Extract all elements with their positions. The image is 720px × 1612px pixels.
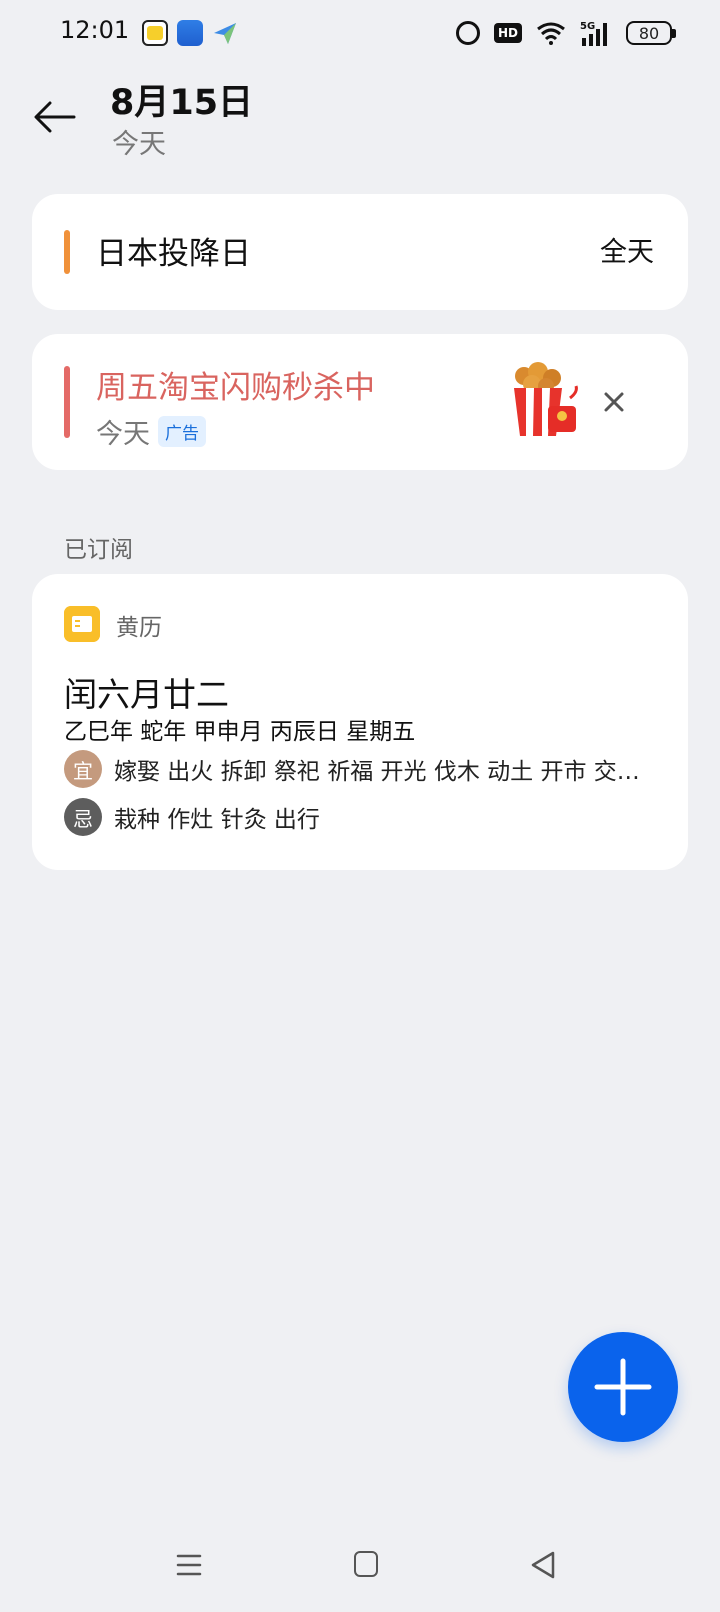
- back-arrow-icon[interactable]: [30, 92, 80, 142]
- ad-color-bar: [64, 366, 70, 438]
- event-card[interactable]: 日本投降日 全天: [32, 194, 688, 310]
- ji-badge: 忌: [64, 798, 102, 836]
- event-title: 日本投降日: [96, 236, 251, 272]
- wifi-icon: [537, 22, 565, 45]
- yi-row: 宜 嫁娶 出火 拆卸 祭祀 祈福 开光 伐木 动土 开市 交…: [64, 750, 640, 788]
- status-bar: 12:01 HD 5G 80: [0, 0, 720, 64]
- nav-back-icon[interactable]: [529, 1550, 557, 1580]
- ganzhi-date: 乙巳年 蛇年 甲申月 丙辰日 星期五: [64, 719, 416, 745]
- ad-card[interactable]: 周五淘宝闪购秒杀中 今天 广告: [32, 334, 688, 470]
- calendar-name: 黄历: [116, 615, 162, 641]
- yi-items: 嫁娶 出火 拆卸 祭祀 祈福 开光 伐木 动土 开市 交…: [114, 759, 640, 785]
- close-icon[interactable]: [598, 386, 630, 418]
- event-color-bar: [64, 230, 70, 274]
- ad-subtitle: 今天: [96, 419, 150, 450]
- add-event-button[interactable]: [568, 1332, 678, 1442]
- section-label-subscribed: 已订阅: [64, 537, 133, 563]
- book-icon: [64, 606, 100, 642]
- alarm-icon: [455, 21, 480, 45]
- notification-app-icon: [142, 20, 168, 46]
- ad-subtitle-row: 今天 广告: [96, 412, 206, 451]
- status-time: 12:01: [60, 16, 130, 44]
- plus-icon: [594, 1358, 652, 1416]
- yi-badge: 宜: [64, 750, 102, 788]
- page-title: 8月15日: [110, 83, 254, 123]
- fried-chicken-bucket-image: [514, 362, 578, 436]
- battery-icon: 80: [626, 21, 676, 45]
- notification-app-icon: [214, 23, 236, 44]
- lunar-date: 闰六月廿二: [64, 675, 229, 714]
- ji-row: 忌 栽种 作灶 针灸 出行: [64, 798, 320, 836]
- 5g-signal-icon: 5G: [580, 21, 607, 46]
- almanac-card[interactable]: 黄历 闰六月廿二 乙巳年 蛇年 甲申月 丙辰日 星期五 宜 嫁娶 出火 拆卸 祭…: [32, 574, 688, 870]
- ji-items: 栽种 作灶 针灸 出行: [114, 807, 320, 833]
- hd-icon: HD: [493, 23, 522, 43]
- notification-app-icon: [177, 20, 203, 46]
- ad-title: 周五淘宝闪购秒杀中: [96, 370, 375, 406]
- recent-apps-icon[interactable]: [176, 1552, 202, 1578]
- system-nav-bar: [0, 1532, 720, 1612]
- ad-badge: 广告: [158, 416, 206, 447]
- event-time: 全天: [600, 237, 654, 268]
- home-icon[interactable]: [354, 1551, 378, 1577]
- page-subtitle: 今天: [112, 129, 166, 160]
- svg-text:5G: 5G: [580, 21, 595, 32]
